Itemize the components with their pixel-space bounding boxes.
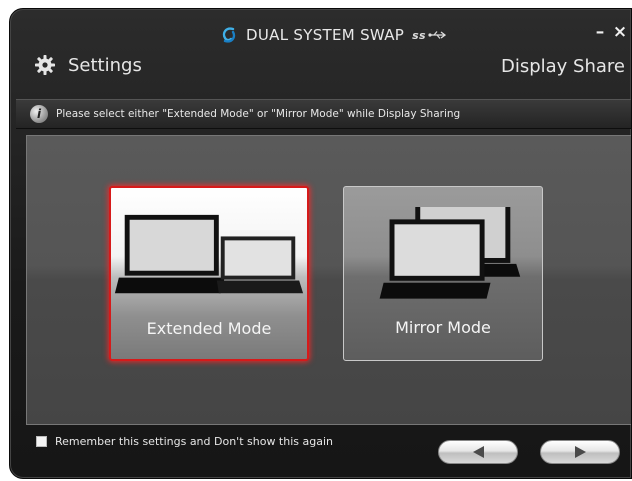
mirror-mode-label: Mirror Mode [395, 318, 491, 337]
info-icon: i [30, 105, 48, 123]
usb-superspeed-icon: ss [412, 29, 446, 42]
arrow-right-icon [574, 446, 586, 458]
app-title: DUAL SYSTEM SWAP ss [220, 25, 446, 45]
app-window: DUAL SYSTEM SWAP ss – × Settings Display… [9, 8, 632, 479]
swap-logo-icon [222, 27, 236, 43]
remember-setting-checkbox[interactable]: Remember this settings and Don't show th… [36, 435, 333, 448]
app-title-text: DUAL SYSTEM SWAP [246, 26, 405, 44]
info-message: Please select either "Extended Mode" or … [56, 108, 461, 120]
title-bar: DUAL SYSTEM SWAP ss – × Settings Display… [10, 9, 631, 99]
info-bar: i Please select either "Extended Mode" o… [16, 99, 631, 129]
back-button[interactable] [438, 440, 518, 464]
remember-setting-label: Remember this settings and Don't show th… [55, 435, 333, 448]
mode-selection-panel: Extended Mode Mirror Mode [26, 135, 631, 425]
extended-mode-label: Extended Mode [146, 319, 272, 338]
usb-badge-text: ss [412, 28, 426, 42]
checkbox-box[interactable] [36, 436, 47, 447]
next-button[interactable] [540, 440, 620, 464]
close-button[interactable]: × [612, 23, 628, 41]
mirror-mode-icon [379, 207, 521, 299]
extended-mode-icon [114, 214, 304, 294]
extended-mode-button[interactable]: Extended Mode [109, 186, 309, 361]
arrow-left-icon [472, 446, 484, 458]
minimize-button[interactable]: – [592, 23, 608, 41]
page-title: Display Share [500, 56, 625, 77]
settings-label: Settings [68, 54, 142, 76]
gear-icon [35, 55, 55, 75]
mirror-mode-button[interactable]: Mirror Mode [343, 186, 543, 361]
settings-button[interactable]: Settings [34, 54, 142, 76]
